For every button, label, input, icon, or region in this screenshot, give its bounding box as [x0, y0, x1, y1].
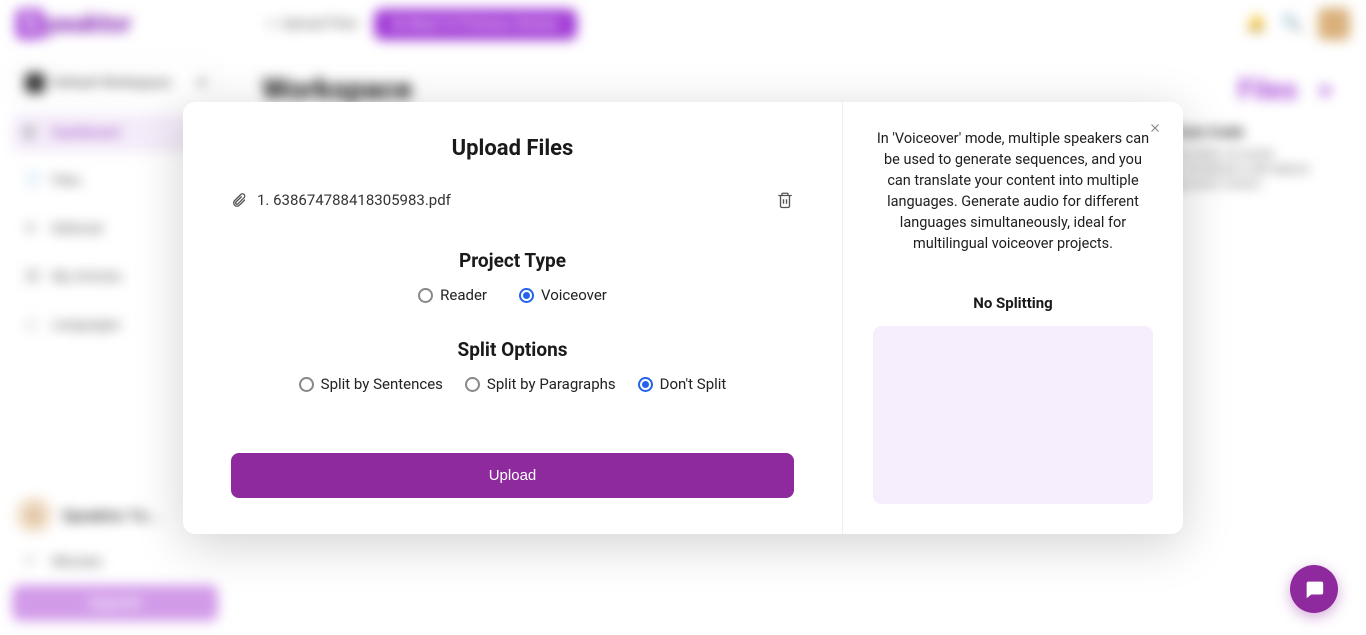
radio-reader[interactable]: Reader: [418, 286, 487, 304]
sidebar-item-label: Minutes: [52, 554, 102, 570]
upgrade-button[interactable]: Upgrade: [12, 585, 218, 621]
upload-button[interactable]: Upload: [231, 453, 794, 498]
uploaded-file-row: 1. 638674788418305983.pdf: [231, 191, 794, 209]
workspace-label: Default Workspace: [53, 75, 171, 91]
clock-icon: ⏱: [24, 553, 42, 571]
sidebar-item-minutes[interactable]: ⏱ Minutes: [12, 549, 218, 575]
split-options-heading: Split Options: [231, 338, 794, 361]
modal-main: Upload Files 1. 638674788418305983.pdf P…: [183, 102, 843, 534]
close-button[interactable]: [1143, 116, 1167, 140]
sidebar-item-label: Editorial: [52, 221, 103, 237]
radio-label: Split by Sentences: [321, 375, 443, 393]
radio-icon: [519, 288, 534, 303]
sidebar-item-label: Files: [52, 173, 81, 189]
close-icon: [1148, 121, 1162, 135]
sidebar-item-label: Dashboard: [52, 125, 120, 141]
radio-dont-split[interactable]: Don't Split: [638, 375, 727, 393]
radio-label: Voiceover: [541, 286, 607, 304]
user-name: Speaktor Yo...: [62, 506, 160, 525]
modal-title: Upload Files: [231, 136, 794, 161]
breadcrumb-files[interactable]: Files: [1238, 73, 1297, 106]
radio-voiceover[interactable]: Voiceover: [519, 286, 607, 304]
radio-split-sentences[interactable]: Split by Sentences: [299, 375, 443, 393]
preview-box: [873, 326, 1153, 504]
radio-label: Reader: [440, 286, 487, 304]
files-icon: 📄: [24, 172, 42, 190]
logo-badge: S: [16, 9, 44, 39]
topbar-upload-label: Upload Files: [281, 16, 358, 32]
logo: S peaktor: [16, 9, 131, 39]
radio-label: Split by Paragraphs: [487, 375, 616, 393]
radio-icon: [418, 288, 433, 303]
workspace-icon: [25, 73, 45, 93]
bell-icon[interactable]: 🔔: [1246, 13, 1268, 35]
sidebar-item-label: Languages: [52, 317, 121, 333]
topbar-upload-link[interactable]: + Upload Files: [267, 16, 357, 32]
paperclip-icon: [231, 192, 247, 208]
upload-modal: Upload Files 1. 638674788418305983.pdf P…: [183, 102, 1183, 534]
topbar-right: 🔔 🔍: [1246, 8, 1350, 40]
project-type-radios: Reader Voiceover: [231, 286, 794, 304]
chevron-down-icon: ▾: [198, 75, 205, 91]
uploaded-file-name: 1. 638674788418305983.pdf: [257, 191, 451, 209]
editorial-icon: ★: [24, 220, 42, 238]
plus-icon: +: [267, 16, 275, 32]
dashboard-icon: ◧: [24, 124, 42, 142]
chat-icon: [1303, 578, 1325, 600]
no-splitting-title: No Splitting: [873, 294, 1153, 312]
mode-description: In 'Voiceover' mode, multiple speakers c…: [873, 128, 1153, 254]
split-options-radios: Split by Sentences Split by Paragraphs D…: [231, 375, 794, 393]
avatar[interactable]: [1318, 8, 1350, 40]
modal-side: In 'Voiceover' mode, multiple speakers c…: [843, 102, 1183, 534]
radio-label: Don't Split: [660, 375, 727, 393]
radio-split-paragraphs[interactable]: Split by Paragraphs: [465, 375, 616, 393]
trash-icon: [776, 191, 794, 209]
search-icon[interactable]: 🔍: [1282, 13, 1304, 35]
topbar: S peaktor + Upload Files Go Back To Prev…: [0, 0, 1366, 48]
topbar-cta-button[interactable]: Go Back To Previous Version: [374, 9, 577, 40]
radio-icon: [638, 377, 653, 392]
chat-fab[interactable]: [1290, 565, 1338, 613]
sidebar-item-label: My Articles: [52, 269, 122, 285]
radio-icon: [465, 377, 480, 392]
user-avatar: S: [16, 497, 52, 533]
articles-icon: 📰: [24, 268, 42, 286]
radio-icon: [299, 377, 314, 392]
logo-text: peaktor: [46, 9, 132, 39]
chevron-right-icon: ➤: [1317, 78, 1334, 102]
delete-file-button[interactable]: [776, 191, 794, 209]
workspace-selector[interactable]: Default Workspace ▾: [12, 62, 218, 104]
languages-icon: ⓘ: [24, 316, 42, 334]
project-type-heading: Project Type: [231, 249, 794, 272]
